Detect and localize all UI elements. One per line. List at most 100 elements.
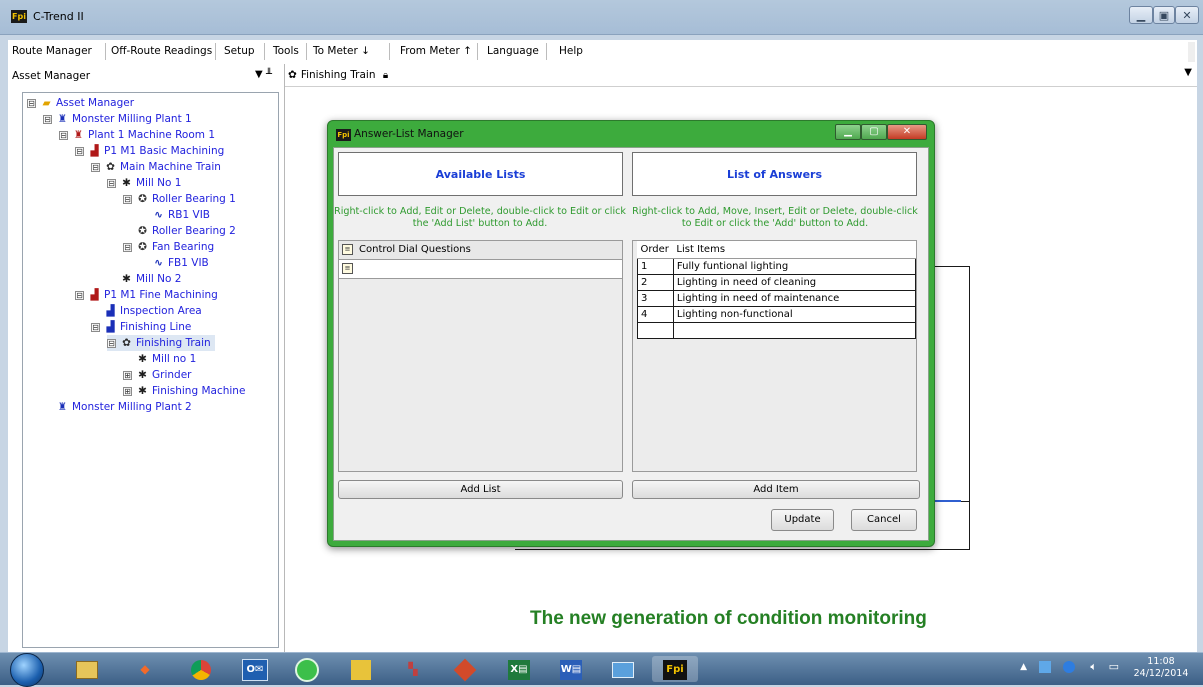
clock[interactable]: 11:08 24/12/2014 (1131, 656, 1191, 680)
collapse-icon[interactable]: ⊟ (107, 338, 116, 348)
dialog-close-button[interactable]: ✕ (887, 124, 927, 140)
menu-help[interactable]: Help (559, 45, 583, 57)
app-chart-icon[interactable]: ▚ (390, 656, 436, 682)
collapse-icon[interactable]: ⊟ (91, 322, 100, 332)
tree-item-roller-bearing-1[interactable]: ⊟ ✪ Roller Bearing 1 (123, 191, 236, 207)
file-explorer-icon[interactable] (64, 656, 110, 682)
update-button[interactable]: Update (771, 509, 834, 531)
git-icon[interactable] (442, 656, 488, 682)
tree-item-fan-bearing[interactable]: ⊟ ✪ Fan Bearing (123, 239, 214, 255)
add-list-button[interactable]: Add List (338, 480, 623, 499)
tree-item-basic-machining[interactable]: ⊟ ▟ P1 M1 Basic Machining (75, 143, 224, 159)
action-center-icon[interactable]: ▭ (1109, 660, 1119, 673)
column-order[interactable]: Order (637, 241, 674, 259)
tree-item-plant-2[interactable]: ♜ Monster Milling Plant 2 (55, 399, 192, 415)
column-list-items[interactable]: List Items (673, 241, 916, 259)
collapse-icon[interactable]: ⊟ (91, 162, 100, 172)
dialog-minimize-button[interactable]: ▁ (835, 124, 861, 140)
menu-to-meter[interactable]: To Meter ↓ (313, 45, 370, 57)
item-cell[interactable] (672, 322, 917, 339)
menu-from-meter[interactable]: From Meter ↑ (400, 45, 472, 57)
order-cell[interactable]: 2 (637, 274, 674, 291)
tray-expand-icon[interactable]: ▲ (1020, 662, 1027, 672)
remote-desktop-icon[interactable] (600, 656, 646, 682)
table-row[interactable]: 1 Fully funtional lighting (637, 258, 917, 275)
collapse-icon[interactable]: ⊟ (43, 114, 52, 124)
available-lists-box[interactable]: ≡ Control Dial Questions ≡ (338, 240, 623, 472)
close-button[interactable]: ✕ (1175, 6, 1199, 24)
chrome-icon[interactable] (178, 656, 224, 682)
table-row-empty[interactable] (637, 322, 917, 339)
order-cell[interactable] (637, 322, 674, 339)
tree-item-finishing-machine[interactable]: ⊞ ✱ Finishing Machine (123, 383, 245, 399)
add-item-button[interactable]: Add Item (632, 480, 920, 499)
menu-tools[interactable]: Tools (273, 45, 299, 57)
answers-box[interactable]: Order List Items 1 Fully funtional light… (632, 240, 917, 472)
table-row[interactable]: 4 Lighting non-functional (637, 306, 917, 323)
tree-item-machine-room-1[interactable]: ⊟ ♜ Plant 1 Machine Room 1 (59, 127, 215, 143)
item-cell[interactable]: Lighting non-functional (672, 306, 917, 323)
expand-icon[interactable]: ⊞ (123, 386, 132, 396)
tree-item-plant-1[interactable]: ⊟ ♜ Monster Milling Plant 1 (43, 111, 192, 127)
tree-item-mill-no-2[interactable]: ✱ Mill No 2 (119, 271, 181, 287)
menu-scroll-handle[interactable] (1188, 42, 1195, 62)
tree-item-finishing-train[interactable]: ⊟ ✿ Finishing Train (107, 335, 215, 351)
expand-icon[interactable]: ⊞ (123, 370, 132, 380)
collapse-icon[interactable]: ⊟ (59, 130, 68, 140)
fpi-logo-icon: Fpi (336, 129, 351, 141)
collapse-icon[interactable]: ⊟ (27, 98, 36, 108)
tree-item-grinder[interactable]: ⊞ ✱ Grinder (123, 367, 191, 383)
menu-setup[interactable]: Setup (224, 45, 255, 57)
tree-label: Monster Milling Plant 1 (72, 113, 192, 125)
table-row[interactable]: 2 Lighting in need of cleaning (637, 274, 917, 291)
tab-finishing-train[interactable]: ✿ Finishing Train 🔒︎ (288, 66, 388, 84)
tree-item-mill-no-1[interactable]: ⊟ ✱ Mill No 1 (107, 175, 181, 191)
list-item[interactable]: ≡ Control Dial Questions (339, 241, 622, 260)
cancel-button[interactable]: Cancel (851, 509, 917, 531)
tree-item-roller-bearing-2[interactable]: ✪ Roller Bearing 2 (135, 223, 236, 239)
fpi-app-icon[interactable]: Fpi (652, 656, 698, 682)
word-icon[interactable]: W▤ (548, 656, 594, 682)
outlook-icon[interactable]: O✉ (232, 656, 278, 682)
menu-off-route-readings[interactable]: Off-Route Readings (111, 45, 212, 57)
app-green-icon[interactable] (284, 656, 330, 682)
order-cell[interactable]: 3 (637, 290, 674, 307)
dialog-title: Answer-List Manager (354, 128, 464, 140)
list-item-new[interactable]: ≡ (339, 260, 622, 279)
tree-item-asset-manager[interactable]: ⊟ ▰ Asset Manager (27, 95, 134, 111)
order-cell[interactable]: 4 (637, 306, 674, 323)
lock-icon[interactable]: 🔒︎ (383, 70, 388, 81)
order-cell[interactable]: 1 (637, 258, 674, 275)
maximize-button[interactable]: ▣ (1153, 6, 1175, 24)
item-cell[interactable]: Fully funtional lighting (672, 258, 917, 275)
table-row[interactable]: 3 Lighting in need of maintenance (637, 290, 917, 307)
minimize-button[interactable]: ▁ (1129, 6, 1153, 24)
panel-dropdown-icon[interactable]: ▼ (255, 69, 263, 80)
paint-icon[interactable]: ◆ (122, 656, 168, 682)
item-cell[interactable]: Lighting in need of maintenance (672, 290, 917, 307)
start-orb-icon[interactable] (10, 653, 44, 687)
pin-icon[interactable]: ╨ (266, 69, 272, 80)
tray-app-icon[interactable] (1039, 661, 1051, 673)
dialog-maximize-button[interactable]: ▢ (861, 124, 887, 140)
collapse-icon[interactable]: ⊟ (123, 242, 132, 252)
collapse-icon[interactable]: ⊟ (75, 290, 84, 300)
excel-icon[interactable]: X▤ (496, 656, 542, 682)
tree-item-fine-machining[interactable]: ⊟ ▟ P1 M1 Fine Machining (75, 287, 218, 303)
item-cell[interactable]: Lighting in need of cleaning (672, 274, 917, 291)
collapse-icon[interactable]: ⊟ (75, 146, 84, 156)
volume-icon[interactable]: 🔈︎ (1090, 660, 1097, 674)
menu-language[interactable]: Language (487, 45, 539, 57)
menu-route-manager[interactable]: Route Manager (12, 45, 92, 57)
tree-item-fb1-vib[interactable]: ∿ FB1 VIB (151, 255, 209, 271)
tree-item-inspection-area[interactable]: ▟ Inspection Area (103, 303, 201, 319)
tree-item-finishing-line[interactable]: ⊟ ▟ Finishing Line (91, 319, 191, 335)
tray-network-icon[interactable] (1063, 661, 1075, 673)
tree-item-rb1-vib[interactable]: ∿ RB1 VIB (151, 207, 210, 223)
app-yellow-icon[interactable] (338, 656, 384, 682)
collapse-icon[interactable]: ⊟ (107, 178, 116, 188)
tree-item-mill-no-1-finishing[interactable]: ✱ Mill no 1 (135, 351, 196, 367)
collapse-icon[interactable]: ⊟ (123, 194, 132, 204)
tree-item-main-machine-train[interactable]: ⊟ ✿ Main Machine Train (91, 159, 221, 175)
tab-dropdown-icon[interactable]: ▼ (1184, 67, 1192, 78)
